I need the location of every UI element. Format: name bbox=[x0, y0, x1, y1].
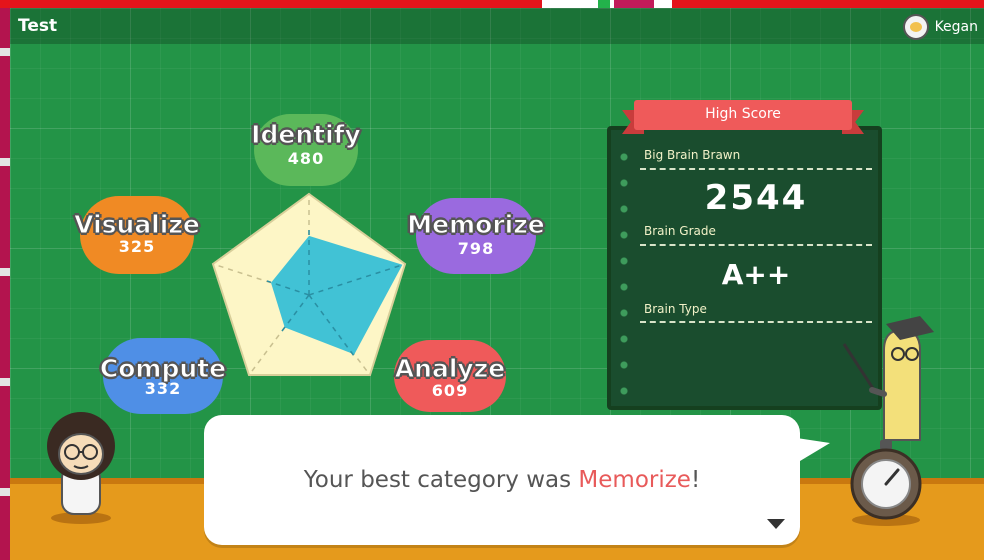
left-edge bbox=[0, 8, 10, 560]
teacher-character bbox=[842, 316, 934, 441]
dialog-highlight: Memorize bbox=[578, 467, 691, 493]
type-label: Brain Type bbox=[644, 302, 707, 316]
category-analyze: Analyze 609 bbox=[388, 340, 512, 414]
top-stripe bbox=[0, 0, 984, 8]
grade-label: Brain Grade bbox=[644, 224, 716, 238]
panel-holes bbox=[619, 144, 629, 404]
category-compute: Compute 332 bbox=[93, 338, 233, 416]
brain-grade-value: A++ bbox=[721, 258, 791, 291]
category-identify: Identify 480 bbox=[246, 112, 366, 188]
user-name: Kegan bbox=[934, 19, 978, 35]
player-label: Big Brain Brawn bbox=[644, 148, 741, 162]
continue-arrow-icon[interactable] bbox=[767, 519, 785, 529]
top-stripe-green bbox=[598, 0, 610, 8]
category-name: Analyze bbox=[394, 354, 506, 384]
dialog-bubble[interactable]: Your best category was Memorize! bbox=[204, 415, 830, 545]
dialog-message: Your best category was Memorize! bbox=[204, 467, 800, 493]
category-score: 325 bbox=[118, 237, 156, 256]
category-name: Identify bbox=[251, 120, 362, 150]
grade-divider bbox=[640, 244, 872, 246]
category-score: 480 bbox=[287, 149, 325, 168]
category-memorize: Memorize 798 bbox=[402, 198, 550, 276]
category-score: 332 bbox=[144, 379, 182, 398]
high-score-header: High Score bbox=[705, 106, 781, 122]
stopwatch-icon bbox=[850, 440, 922, 526]
category-visualize: Visualize 325 bbox=[68, 196, 206, 276]
professor-character bbox=[47, 412, 115, 524]
dialog-prefix: Your best category was bbox=[303, 467, 579, 493]
dialog-suffix: ! bbox=[690, 467, 701, 493]
player-divider bbox=[640, 168, 872, 170]
page-title: Test bbox=[18, 16, 58, 36]
high-score-value: 2544 bbox=[704, 178, 808, 218]
category-score: 798 bbox=[457, 239, 495, 258]
title-bar: Test Kegan bbox=[10, 8, 984, 44]
avatar-icon bbox=[902, 14, 929, 40]
user-badge[interactable]: Kegan bbox=[902, 14, 978, 40]
high-score-ribbon: High Score bbox=[622, 100, 864, 134]
category-score: 609 bbox=[431, 381, 469, 400]
top-stripe-magenta bbox=[614, 0, 654, 8]
category-name: Visualize bbox=[74, 210, 201, 240]
category-name: Memorize bbox=[407, 210, 545, 240]
